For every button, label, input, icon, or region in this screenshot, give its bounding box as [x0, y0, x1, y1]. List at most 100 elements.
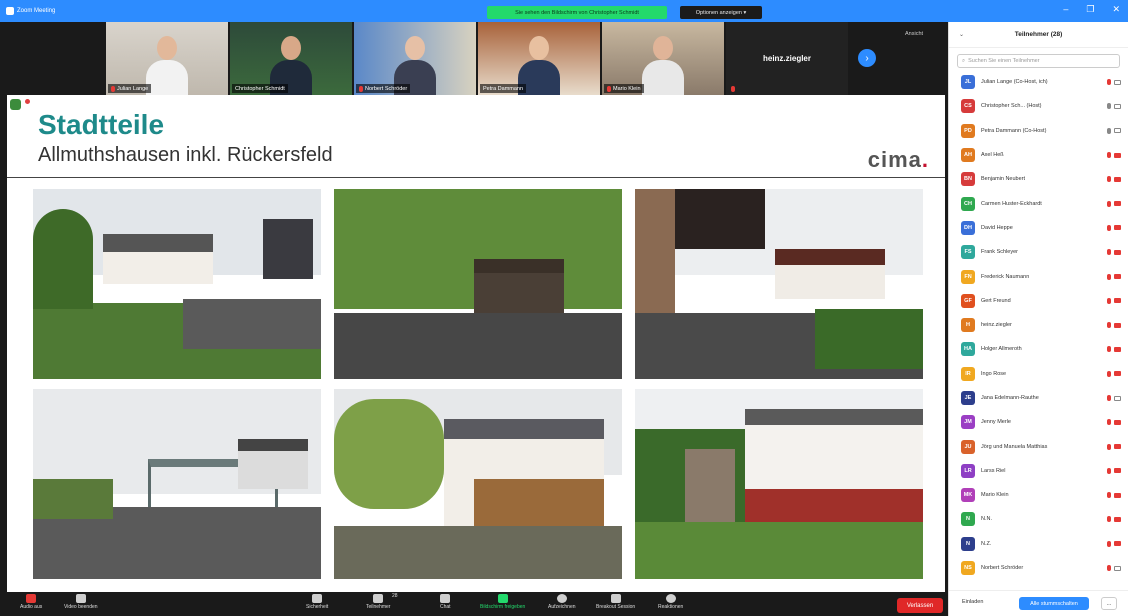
- participant-row[interactable]: Hheinz.ziegler: [949, 313, 1128, 337]
- muted-mic-icon: [1107, 297, 1111, 304]
- participant-status-icons: [1107, 467, 1121, 474]
- video-tile[interactable]: Christopher Schmidt: [230, 22, 352, 95]
- mic-icon: [1107, 127, 1111, 134]
- muted-mic-icon: [731, 85, 735, 92]
- video-tile[interactable]: Mario Klein: [602, 22, 724, 95]
- participant-name: Axel Heß: [981, 152, 1004, 159]
- participant-row[interactable]: FS Frank Schleyer: [949, 240, 1128, 264]
- people-icon: [373, 594, 384, 603]
- muted-mic-icon: [1107, 79, 1111, 86]
- chevron-down-icon[interactable]: ⌄: [959, 31, 964, 38]
- muted-mic-icon: [607, 85, 611, 92]
- more-options-button[interactable]: ...: [1101, 597, 1117, 610]
- mute-all-button[interactable]: Alle stummschalten: [1019, 597, 1089, 610]
- leave-button[interactable]: Verlassen: [897, 598, 943, 613]
- muted-mic-icon: [111, 85, 115, 92]
- avatar: LR: [961, 463, 975, 478]
- cima-logo: cima.: [868, 147, 929, 173]
- participant-name: Petra Dammann (Co-Host): [981, 127, 1047, 134]
- participant-status-icons: [1107, 249, 1121, 256]
- share-screen-button[interactable]: Bildschirm freigeben: [480, 594, 525, 610]
- avatar: JL: [961, 75, 975, 90]
- participant-row[interactable]: BN Benjamin Neubert: [949, 167, 1128, 191]
- participant-search-input[interactable]: ⌕ Suchen Sie einen Teilnehmer: [957, 54, 1120, 68]
- participant-name: Julian Lange (Co-Host, ich): [981, 79, 1048, 86]
- participant-row[interactable]: N N.Z.: [949, 532, 1128, 556]
- breakout-button[interactable]: Breakout Session: [596, 594, 635, 610]
- participant-list: JL Julian Lange (Co-Host, ich) CS Christoph…: [949, 70, 1128, 580]
- participant-row[interactable]: FN Frederick Naumann: [949, 264, 1128, 288]
- participant-status-icons: [1107, 297, 1121, 304]
- participant-row[interactable]: PD Petra Dammann (Co-Host): [949, 119, 1128, 143]
- participant-row[interactable]: NS Norbert Schröder: [949, 556, 1128, 580]
- security-button[interactable]: Sicherheit: [306, 594, 328, 610]
- participant-name: Gert Freund: [981, 297, 1011, 304]
- slide-indicators: [10, 99, 30, 110]
- participant-status-icons: [1107, 200, 1121, 207]
- avatar: GF: [961, 293, 975, 308]
- minimize-icon[interactable]: –: [1063, 4, 1068, 15]
- muted-mic-icon: [1107, 492, 1111, 499]
- participant-name: Jenny Merle: [981, 419, 1011, 426]
- slide-divider: [7, 177, 945, 178]
- muted-mic-icon: [1107, 370, 1111, 377]
- video-tile[interactable]: Petra Dammann: [478, 22, 600, 95]
- camera-icon: [1114, 565, 1121, 571]
- participants-button[interactable]: Teilnehmer: [366, 594, 390, 610]
- muted-mic-icon: [1107, 322, 1111, 329]
- view-options-button[interactable]: Optionen anzeigen ▾: [680, 6, 762, 19]
- chat-button[interactable]: Chat: [440, 594, 451, 610]
- camera-off-icon: [1114, 516, 1121, 522]
- participant-row[interactable]: N N.N.: [949, 507, 1128, 531]
- mic-icon: [1107, 103, 1111, 110]
- camera-off-icon: [1114, 298, 1121, 304]
- tile-name: Petra Dammann: [483, 85, 524, 92]
- reactions-button[interactable]: Reaktionen: [658, 594, 683, 610]
- participant-row[interactable]: AH Axel Heß: [949, 143, 1128, 167]
- participant-row[interactable]: HA Holger Allmeroth: [949, 337, 1128, 361]
- participant-status-icons: [1107, 224, 1121, 231]
- video-button[interactable]: Video beenden: [64, 594, 98, 610]
- participant-row[interactable]: CS Christopher Sch... (Host): [949, 94, 1128, 118]
- close-icon[interactable]: ✕: [1112, 4, 1120, 15]
- record-icon: [556, 594, 567, 603]
- tile-namebar: Norbert Schröder: [356, 84, 411, 93]
- maximize-icon[interactable]: ❐: [1086, 4, 1094, 15]
- participant-row[interactable]: JL Julian Lange (Co-Host, ich): [949, 70, 1128, 94]
- record-button[interactable]: Aufzeichnen: [548, 594, 576, 610]
- participant-video: [146, 36, 188, 95]
- smiley-icon: [665, 594, 676, 603]
- camera-off-icon: [1114, 346, 1121, 352]
- participant-row[interactable]: IR Ingo Rose: [949, 362, 1128, 386]
- avatar: NS: [961, 561, 975, 576]
- video-tile[interactable]: Julian Lange: [106, 22, 228, 95]
- video-tile-name-only[interactable]: heinz.ziegler: [726, 22, 848, 95]
- view-toggle[interactable]: Ansicht: [905, 31, 923, 37]
- participant-row[interactable]: MK Mario Klein: [949, 483, 1128, 507]
- participant-name: Jörg und Manuela Matthias: [981, 443, 1048, 450]
- tile-namebar: [728, 84, 738, 93]
- participant-status-icons: [1107, 492, 1121, 499]
- participant-status-icons: [1107, 516, 1121, 523]
- camera-off-icon: [1114, 468, 1121, 474]
- tile-namebar: Julian Lange: [108, 84, 152, 93]
- muted-mic-icon: [1107, 273, 1111, 280]
- participant-row[interactable]: JM Jenny Merle: [949, 410, 1128, 434]
- logo-dot: .: [921, 147, 929, 172]
- participant-row[interactable]: JE Jana Edelmann-Rauthe: [949, 386, 1128, 410]
- participant-row[interactable]: GF Gert Freund: [949, 289, 1128, 313]
- participant-status-icons: [1107, 103, 1121, 110]
- participant-row[interactable]: DH David Heppe: [949, 216, 1128, 240]
- participant-name: Benjamin Neubert: [981, 176, 1026, 183]
- invite-button[interactable]: Einladen: [962, 599, 983, 605]
- video-tile[interactable]: Norbert Schröder: [354, 22, 476, 95]
- participant-row[interactable]: JU Jörg und Manuela Matthias: [949, 434, 1128, 458]
- next-page-button[interactable]: ›: [858, 49, 876, 67]
- camera-icon: [75, 594, 86, 603]
- participant-row[interactable]: LR Larss Riel: [949, 459, 1128, 483]
- participant-name: heinz.ziegler: [981, 322, 1012, 329]
- muted-mic-icon: [359, 85, 363, 92]
- participant-row[interactable]: CH Carmen Huster-Eckhardt: [949, 191, 1128, 215]
- participant-status-icons: [1107, 395, 1121, 401]
- audio-button[interactable]: Audio aus: [20, 594, 42, 610]
